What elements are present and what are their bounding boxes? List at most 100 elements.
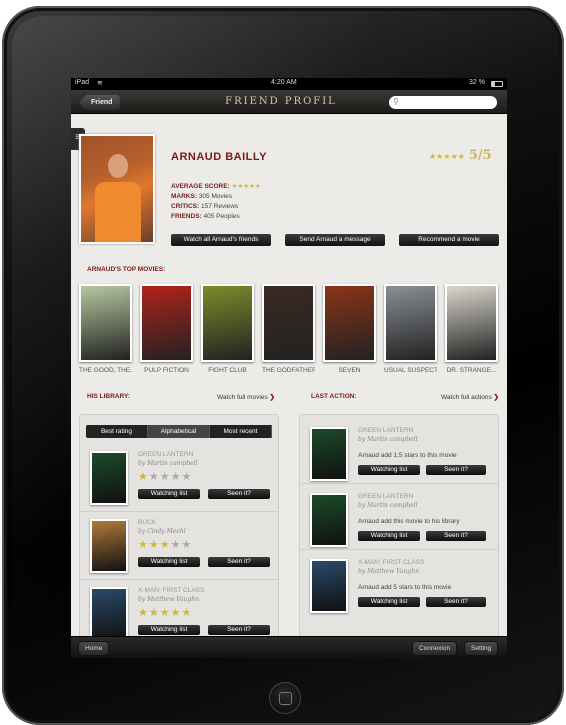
movie-title: FIGHT CLUB	[208, 367, 247, 374]
movie-thumbnail[interactable]	[90, 587, 128, 641]
avatar	[79, 134, 155, 244]
star-icon: ★	[138, 471, 149, 483]
seen-it-button[interactable]: Seen it?	[426, 597, 486, 607]
top-movie-item[interactable]: SEVEN	[323, 284, 376, 374]
library-sort-control: Best rating Alphabetical Most recent	[86, 425, 272, 438]
list-item: X-MAN; FIRST CLASS by Matthew Vaughn Arnau…	[300, 553, 498, 621]
movie-poster[interactable]	[384, 284, 437, 362]
friends-label: FRIENDS:	[171, 213, 202, 220]
top-movie-item[interactable]: PULP FICTION	[140, 284, 193, 374]
top-movie-item[interactable]: THE GODFATHER	[262, 284, 315, 374]
star-icon: ★	[170, 539, 182, 551]
list-item: GREEN LANTERN by Martin campbell Arnaud ad…	[300, 487, 498, 555]
setting-button[interactable]: Setting	[465, 642, 498, 655]
item-title: X-MAN; FIRST CLASS	[358, 559, 425, 566]
top-movie-item[interactable]: USUAL SUSPECT	[384, 284, 437, 374]
movie-thumbnail[interactable]	[310, 493, 348, 547]
movie-title: PULP FICTION	[144, 367, 189, 374]
library-link-label: Watch full movies	[217, 394, 268, 401]
item-author: by Matthew Vaughn	[138, 596, 199, 603]
item-title: GREEN LANTERN	[138, 451, 194, 458]
list-item: GREEN LANTERN by Martin campbell Arnaud ad…	[300, 421, 498, 489]
library-link[interactable]: Watch full movies ❯	[217, 393, 275, 401]
search-input[interactable]: ⚲	[389, 96, 497, 109]
star-icon: ★	[148, 539, 160, 551]
item-author: by Martin campbell	[358, 502, 418, 509]
seen-it-button[interactable]: Seen it?	[426, 465, 486, 475]
movie-poster[interactable]	[323, 284, 376, 362]
home-button[interactable]: Home	[79, 642, 109, 655]
watching-list-button[interactable]: Watching list	[138, 489, 200, 499]
movie-thumbnail[interactable]	[90, 519, 128, 573]
top-movies-title: ARNAUD'S TOP MOVIES:	[87, 266, 166, 273]
top-movie-item[interactable]: FIGHT CLUB	[201, 284, 254, 374]
watching-list-button[interactable]: Watching list	[138, 625, 200, 635]
average-label: AVERAGE SCORE:	[171, 183, 230, 190]
movie-poster[interactable]	[445, 284, 498, 362]
bottom-toolbar: Home Connexion Setting	[71, 636, 507, 658]
item-author: by Martin campbell	[358, 436, 418, 443]
seen-it-button[interactable]: Seen it?	[426, 531, 486, 541]
tab-alphabetical[interactable]: Alphabetical	[148, 425, 210, 438]
profile-name: ARNAUD BAILLY	[171, 151, 267, 163]
watching-list-button[interactable]: Watching list	[358, 597, 420, 607]
actions-link[interactable]: Watch full actions ❯	[441, 393, 499, 401]
profile-stats: AVERAGE SCORE: ★★★★★ MARKS: 305 Movies C…	[171, 182, 261, 222]
item-title: BUCK	[138, 519, 157, 526]
battery-icon	[491, 81, 503, 87]
star-icon: ★	[148, 607, 160, 619]
star-icon: ★	[159, 471, 171, 483]
library-title: HIS LIBRARY:	[87, 393, 130, 400]
recommend-movie-button[interactable]: Recommend a movie	[399, 234, 499, 246]
top-movie-item[interactable]: THE GOOD, THE...	[79, 284, 132, 374]
marks-label: MARKS:	[171, 193, 197, 200]
seen-it-button[interactable]: Seen it?	[208, 489, 270, 499]
star-icon: ★	[138, 607, 149, 619]
movie-poster[interactable]	[262, 284, 315, 362]
send-message-button[interactable]: Send Arnaud a message	[285, 234, 385, 246]
movie-thumbnail[interactable]	[310, 559, 348, 613]
divider	[300, 483, 498, 484]
seen-it-button[interactable]: Seen it?	[208, 625, 270, 635]
action-text: Arnaud add this movie to his library	[358, 518, 460, 525]
movie-title: THE GODFATHER	[262, 367, 315, 374]
status-time: 4:20 AM	[271, 79, 297, 86]
watch-friends-button[interactable]: Watch all Arnaud's friends	[171, 234, 271, 246]
profile-rating-value: 5/5	[468, 148, 492, 163]
status-bar: iPad ≋ 4:20 AM 32 %	[71, 78, 507, 90]
movie-thumbnail[interactable]	[310, 427, 348, 481]
watching-list-button[interactable]: Watching list	[138, 557, 200, 567]
watching-list-button[interactable]: Watching list	[358, 531, 420, 541]
movie-poster[interactable]	[140, 284, 193, 362]
movie-poster[interactable]	[201, 284, 254, 362]
item-author: by Cindy Meehl	[138, 528, 186, 535]
page-title: FRIEND PROFIL	[225, 96, 337, 107]
library-panel: Best rating Alphabetical Most recent GRE…	[79, 414, 279, 644]
movie-poster[interactable]	[79, 284, 132, 362]
chevron-right-icon: ❯	[269, 394, 275, 401]
back-button[interactable]: Friend	[79, 95, 121, 110]
item-title: GREEN LANTERN	[358, 493, 414, 500]
chevron-right-icon: ❯	[493, 394, 499, 401]
list-item: X-MAN; FIRST CLASS by Matthew Vaughn ★★★★★…	[80, 581, 278, 643]
connexion-button[interactable]: Connexion	[413, 642, 457, 655]
tab-most-recent[interactable]: Most recent	[210, 425, 272, 438]
tab-best-rating[interactable]: Best rating	[86, 425, 148, 438]
item-author: by Martin campbell	[138, 460, 198, 467]
home-hardware-button[interactable]	[269, 682, 301, 714]
star-icon: ★	[181, 539, 193, 551]
actions-panel: GREEN LANTERN by Martin campbell Arnaud ad…	[299, 414, 499, 644]
seen-it-button[interactable]: Seen it?	[208, 557, 270, 567]
action-text: Arnaud add 1,5 stars to this movie	[358, 452, 457, 459]
app-screen: iPad ≋ 4:20 AM 32 % Friend FRIEND PROFIL…	[71, 78, 507, 658]
item-rating-stars: ★★★★★	[138, 606, 192, 619]
top-movie-item[interactable]: DR. STRANGE...	[445, 284, 498, 374]
movie-thumbnail[interactable]	[90, 451, 128, 505]
item-title: X-MAN; FIRST CLASS	[138, 587, 205, 594]
battery-level: 32 %	[469, 79, 485, 86]
critics-value: 157 Reviews	[200, 203, 239, 210]
movie-title: USUAL SUSPECT	[384, 367, 437, 374]
watching-list-button[interactable]: Watching list	[358, 465, 420, 475]
nav-bar: Friend FRIEND PROFIL ⚲	[71, 90, 507, 114]
item-rating-stars: ★★★★★	[138, 538, 192, 551]
